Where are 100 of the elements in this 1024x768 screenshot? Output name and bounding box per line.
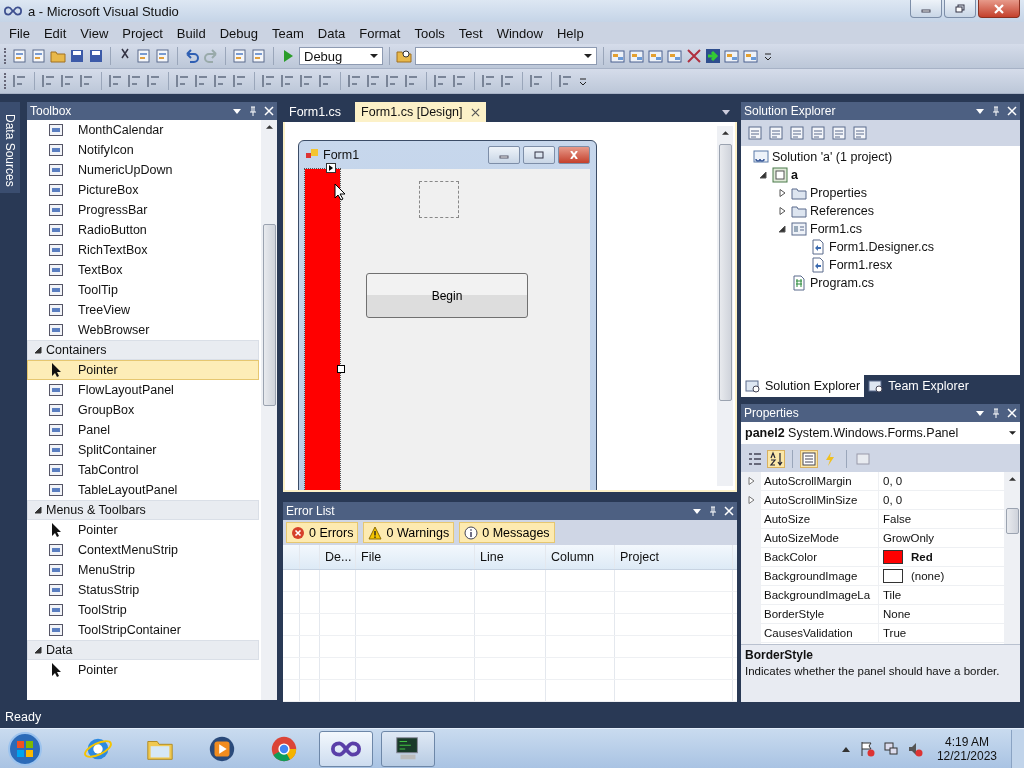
properties-list-icon[interactable] [801, 451, 817, 467]
filter-button[interactable]: 0 Warnings [363, 522, 455, 543]
property-name[interactable]: CausesValidation [761, 624, 879, 642]
toolbox-item[interactable]: NumericUpDown [27, 160, 259, 180]
alignment-icon[interactable] [41, 73, 57, 89]
menu-item[interactable]: Build [169, 23, 213, 43]
property-value[interactable]: 0, 0 [883, 494, 903, 506]
expand-arrow-icon[interactable] [758, 171, 767, 179]
group-label[interactable]: Menus & Toolbars [46, 503, 146, 517]
pin-icon[interactable] [708, 506, 718, 516]
property-name[interactable]: AutoScrollMinSize [761, 491, 879, 509]
group-label[interactable]: Data [46, 643, 73, 657]
data-sources-tab[interactable]: Data Sources [0, 102, 20, 193]
property-value[interactable]: None [883, 608, 911, 620]
dropdown-icon[interactable] [232, 106, 242, 116]
expand-arrow-icon[interactable] [34, 646, 42, 654]
property-value[interactable]: GrowOnly [883, 532, 935, 544]
tab-list-icon[interactable] [721, 107, 731, 117]
alignment-icon[interactable] [366, 73, 382, 89]
panel-tab[interactable]: Team Explorer [864, 375, 973, 397]
property-name[interactable]: BackgroundImage [761, 567, 879, 585]
toolbox-item[interactable]: Panel [27, 420, 259, 440]
toolbox-item[interactable]: PictureBox [27, 180, 259, 200]
toolbar-icon[interactable] [789, 125, 805, 141]
property-value[interactable]: (none) [911, 570, 945, 582]
minimize-button[interactable] [910, 0, 942, 18]
menu-item[interactable]: Help [549, 23, 591, 43]
toolbox-item[interactable]: TreeView [27, 300, 259, 320]
begin-button[interactable]: Begin [366, 273, 528, 318]
arrow-icon[interactable] [705, 48, 721, 64]
alignment-icon[interactable] [481, 73, 497, 89]
scroll-thumb[interactable] [718, 144, 732, 401]
toolbox-item[interactable]: ProgressBar [27, 200, 259, 220]
property-name[interactable]: BorderStyle [761, 605, 879, 623]
toolbox-item[interactable]: Pointer [27, 520, 259, 540]
alignment-icon[interactable] [558, 73, 574, 89]
alignment-icon[interactable] [194, 73, 210, 89]
toolbox-group[interactable]: Containers [27, 340, 259, 360]
tree-item[interactable]: Form1.cs [810, 222, 863, 236]
toolbox-item[interactable]: Pointer [27, 660, 259, 680]
toolbar-grip[interactable] [4, 73, 7, 89]
close-button[interactable] [978, 0, 1020, 18]
show-desktop-button[interactable] [1011, 729, 1024, 768]
dropdown-icon[interactable] [975, 408, 985, 418]
alignment-icon[interactable] [385, 73, 401, 89]
alignment-icon[interactable] [108, 73, 124, 89]
alignment-icon[interactable] [261, 73, 277, 89]
overflow-icon[interactable] [579, 76, 587, 86]
smart-tag-icon[interactable] [326, 163, 336, 173]
clock-time[interactable]: 4:19 AM [944, 734, 989, 749]
menu-item[interactable]: File [2, 23, 37, 43]
toolbar-icon[interactable] [852, 125, 868, 141]
property-name[interactable]: AutoSizeMode [761, 529, 879, 547]
start-button[interactable] [5, 729, 45, 768]
menu-item[interactable]: Window [489, 23, 550, 43]
expand-arrow-icon[interactable] [777, 225, 786, 233]
save-icon[interactable] [69, 48, 85, 64]
toolbox-item[interactable]: ToolStrip [27, 600, 259, 620]
toolbox-group[interactable]: Menus & Toolbars [27, 500, 259, 520]
panel-tab[interactable]: Solution Explorer [741, 375, 865, 397]
column-header[interactable]: Project [615, 545, 733, 569]
property-value[interactable]: False [883, 513, 912, 525]
filter-button[interactable]: 0 Messages [459, 522, 555, 543]
scroll-up-icon[interactable] [265, 125, 273, 129]
toolbox-item[interactable]: ToolTip [27, 280, 259, 300]
property-value[interactable]: True [883, 627, 907, 639]
scrollbar[interactable] [717, 126, 733, 486]
menu-item[interactable]: Format [352, 23, 408, 43]
menu-item[interactable]: Edit [36, 23, 74, 43]
property-pages-icon[interactable] [855, 451, 871, 467]
alignment-icon[interactable] [404, 73, 420, 89]
property-value[interactable]: Tile [883, 589, 902, 601]
overflow-icon[interactable] [764, 51, 772, 61]
tree-item[interactable]: Properties [810, 186, 867, 200]
toolbox-item[interactable]: StatusStrip [27, 580, 259, 600]
tree-item[interactable]: Solution 'a' (1 project) [772, 150, 893, 164]
toolbox-item[interactable]: WebBrowser [27, 320, 259, 340]
configuration-dropdown[interactable]: Debug [299, 47, 383, 65]
property-value[interactable]: 0, 0 [883, 475, 903, 487]
scroll-thumb[interactable] [262, 224, 276, 406]
expand-arrow-icon[interactable] [777, 207, 786, 215]
toolbox-item[interactable]: TextBox [27, 260, 259, 280]
alignment-icon[interactable] [318, 73, 334, 89]
alignment-icon[interactable] [500, 73, 516, 89]
find-in-files-icon[interactable] [396, 48, 412, 64]
alignment-icon[interactable] [127, 73, 143, 89]
scrollbar[interactable] [1004, 472, 1020, 644]
tree-item[interactable]: Program.cs [810, 276, 874, 290]
expand-arrow-icon[interactable] [34, 506, 42, 514]
toolbox-item[interactable]: ContextMenuStrip [27, 540, 259, 560]
toolbox-item[interactable]: TabControl [27, 460, 259, 480]
property-name[interactable]: AutoSize [761, 510, 879, 528]
alignment-icon[interactable] [433, 73, 449, 89]
alignment-icon[interactable] [146, 73, 162, 89]
toolbox-item[interactable]: ToolStripContainer [27, 620, 259, 640]
dropdown-icon[interactable] [692, 506, 702, 516]
property-value[interactable]: Red [911, 551, 933, 563]
alignment-icon[interactable] [60, 73, 76, 89]
scroll-thumb[interactable] [1005, 508, 1019, 534]
menu-item[interactable]: Tools [407, 23, 452, 43]
